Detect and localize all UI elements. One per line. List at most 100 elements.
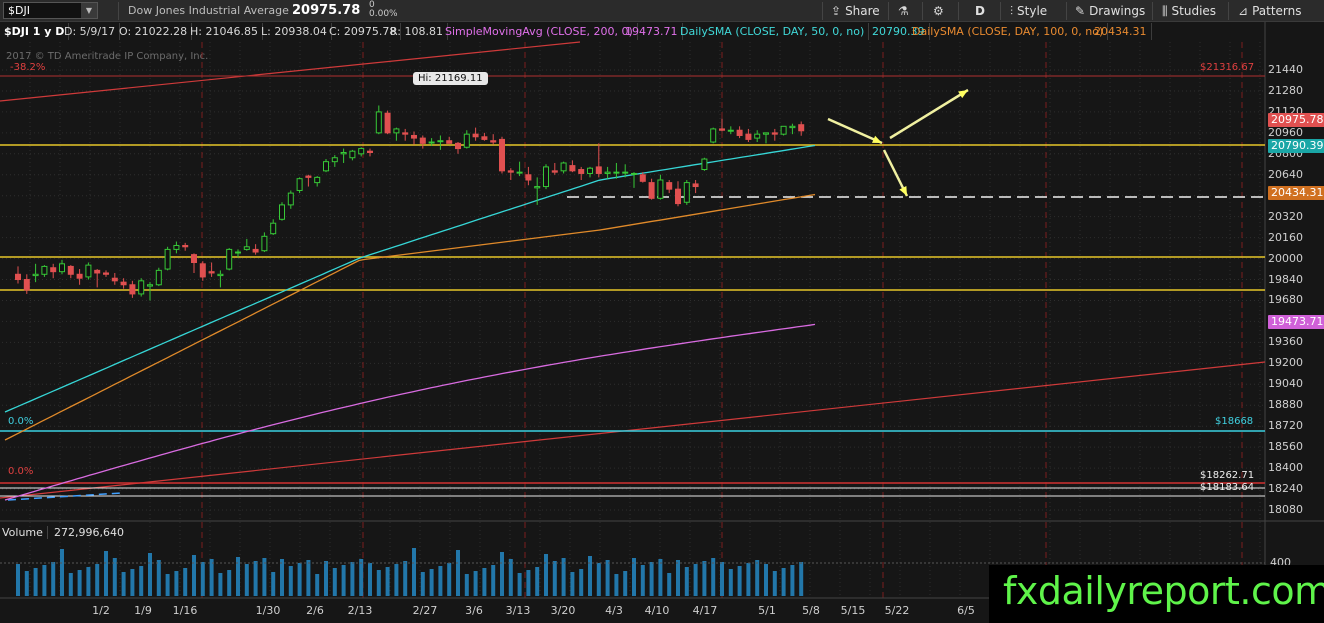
volume-bar [376, 570, 381, 596]
volume-bar [244, 564, 249, 596]
volume-bar [60, 549, 64, 596]
candle-body [358, 148, 365, 155]
volume-bar [649, 562, 654, 596]
candle-body [314, 176, 321, 184]
price-tick-label: 21440 [1268, 63, 1303, 76]
volume-bar [403, 561, 408, 596]
date-tick-label: 1/30 [255, 604, 281, 617]
candle-body [76, 273, 83, 279]
candle-body [763, 132, 769, 135]
volume-bar [684, 567, 689, 596]
candle-body [305, 175, 312, 178]
candle-body [296, 178, 303, 191]
volume-bar [200, 562, 205, 596]
volume-bar [271, 572, 276, 596]
candle-body [94, 269, 101, 274]
studies-button[interactable]: ⫼ Studies [1162, 2, 1216, 20]
candle-body [683, 182, 690, 203]
chart-title[interactable]: $DJI 1 y D [0, 23, 70, 40]
volume-bar [508, 559, 513, 596]
volume-bar [676, 560, 680, 596]
volume-bar [174, 571, 179, 596]
candle-body [789, 125, 796, 129]
volume-label[interactable]: Volume [2, 526, 48, 539]
volume-bar [218, 573, 223, 596]
volume-bar [227, 570, 232, 596]
annotation-arrow [882, 149, 909, 197]
candle-body [59, 263, 65, 273]
volume-bar [447, 563, 452, 596]
patterns-button[interactable]: ⊿ Patterns [1238, 2, 1302, 20]
high-callout: Hi: 21169.11 [413, 72, 488, 85]
drawings-button[interactable]: ✎ Drawings [1075, 2, 1145, 20]
candle-body [569, 165, 576, 172]
toolbar-separator [1066, 2, 1067, 20]
sma50-line [4, 144, 816, 413]
volume-bar [297, 563, 302, 596]
candle-body [648, 182, 655, 199]
candle-body [15, 273, 21, 281]
price-tick-label: 18240 [1268, 482, 1303, 496]
date-tick-label: 5/8 [802, 604, 820, 617]
price-level-low2: $18183.64 [1200, 482, 1255, 493]
style-button[interactable]: ⫶ Style [1010, 2, 1047, 20]
fib-level-top: -38.2% [10, 62, 46, 73]
candle-body [270, 222, 277, 235]
candle-body [613, 171, 620, 174]
candle-body [164, 248, 171, 270]
candle-body [67, 265, 74, 275]
style-label: Style [1017, 4, 1048, 18]
toolbar-separator [1152, 2, 1153, 20]
period-button[interactable]: D [975, 2, 985, 20]
volume-bar [737, 566, 742, 596]
volume-bar [350, 562, 355, 596]
volume-bar [86, 567, 91, 596]
candle-body [587, 167, 593, 174]
symbol-value: $DJI [8, 4, 30, 17]
candle-body [331, 157, 338, 163]
candle-body [23, 279, 30, 291]
candle-body [120, 281, 127, 286]
annotation-arrow [889, 88, 969, 140]
sma100-label[interactable]: DailySMA (CLOSE, DAY, 100, 0, no) [908, 23, 1109, 40]
price-tick-label: 18720 [1268, 419, 1303, 433]
candle-body [551, 170, 558, 173]
volume-bar [799, 562, 804, 596]
volume-bar [552, 561, 557, 596]
sma200-label[interactable]: SimpleMovingAvg (CLOSE, 200, 0) [441, 23, 638, 40]
chevron-down-icon[interactable]: ▼ [81, 3, 97, 18]
share-button[interactable]: ⇪ Share [831, 2, 880, 20]
candle-body [199, 263, 206, 278]
toolbar-separator [1228, 2, 1229, 20]
volume-bar [456, 550, 460, 596]
date-tick-label: 1/16 [172, 604, 198, 617]
settings-button[interactable]: ⚙ [933, 2, 948, 20]
candle-body [578, 169, 585, 174]
volume-bar [632, 558, 636, 596]
volume-bar [394, 564, 399, 596]
volume-bar [148, 553, 152, 596]
candle-body [340, 152, 347, 155]
candle-body [534, 186, 541, 189]
date-tick-label: 1/2 [92, 604, 110, 617]
symbol-input[interactable]: $DJI ▼ [3, 2, 98, 19]
volume-bar [702, 561, 707, 596]
info-open: O: 21022.28 [115, 23, 193, 40]
flask-button[interactable]: ⚗ [898, 2, 913, 20]
drawings-label: Drawings [1089, 4, 1146, 18]
candle-body [428, 141, 435, 144]
period-label: D [975, 4, 985, 18]
price-level-mid: $18668 [1215, 416, 1254, 427]
candle-body [666, 182, 673, 190]
sma100-tag: 20434.31 [1268, 186, 1324, 200]
volume-bar [605, 560, 610, 596]
price-tick-label: 20960 [1268, 125, 1303, 139]
sma50-label[interactable]: DailySMA (CLOSE, DAY, 50, 0, no) [676, 23, 870, 40]
volume-bar [156, 560, 161, 596]
volume-bar [720, 562, 724, 596]
volume-bar [728, 569, 733, 596]
volume-bar [236, 557, 240, 596]
share-icon: ⇪ [831, 4, 842, 18]
candle-body [252, 248, 259, 253]
volume-bar [570, 572, 575, 596]
